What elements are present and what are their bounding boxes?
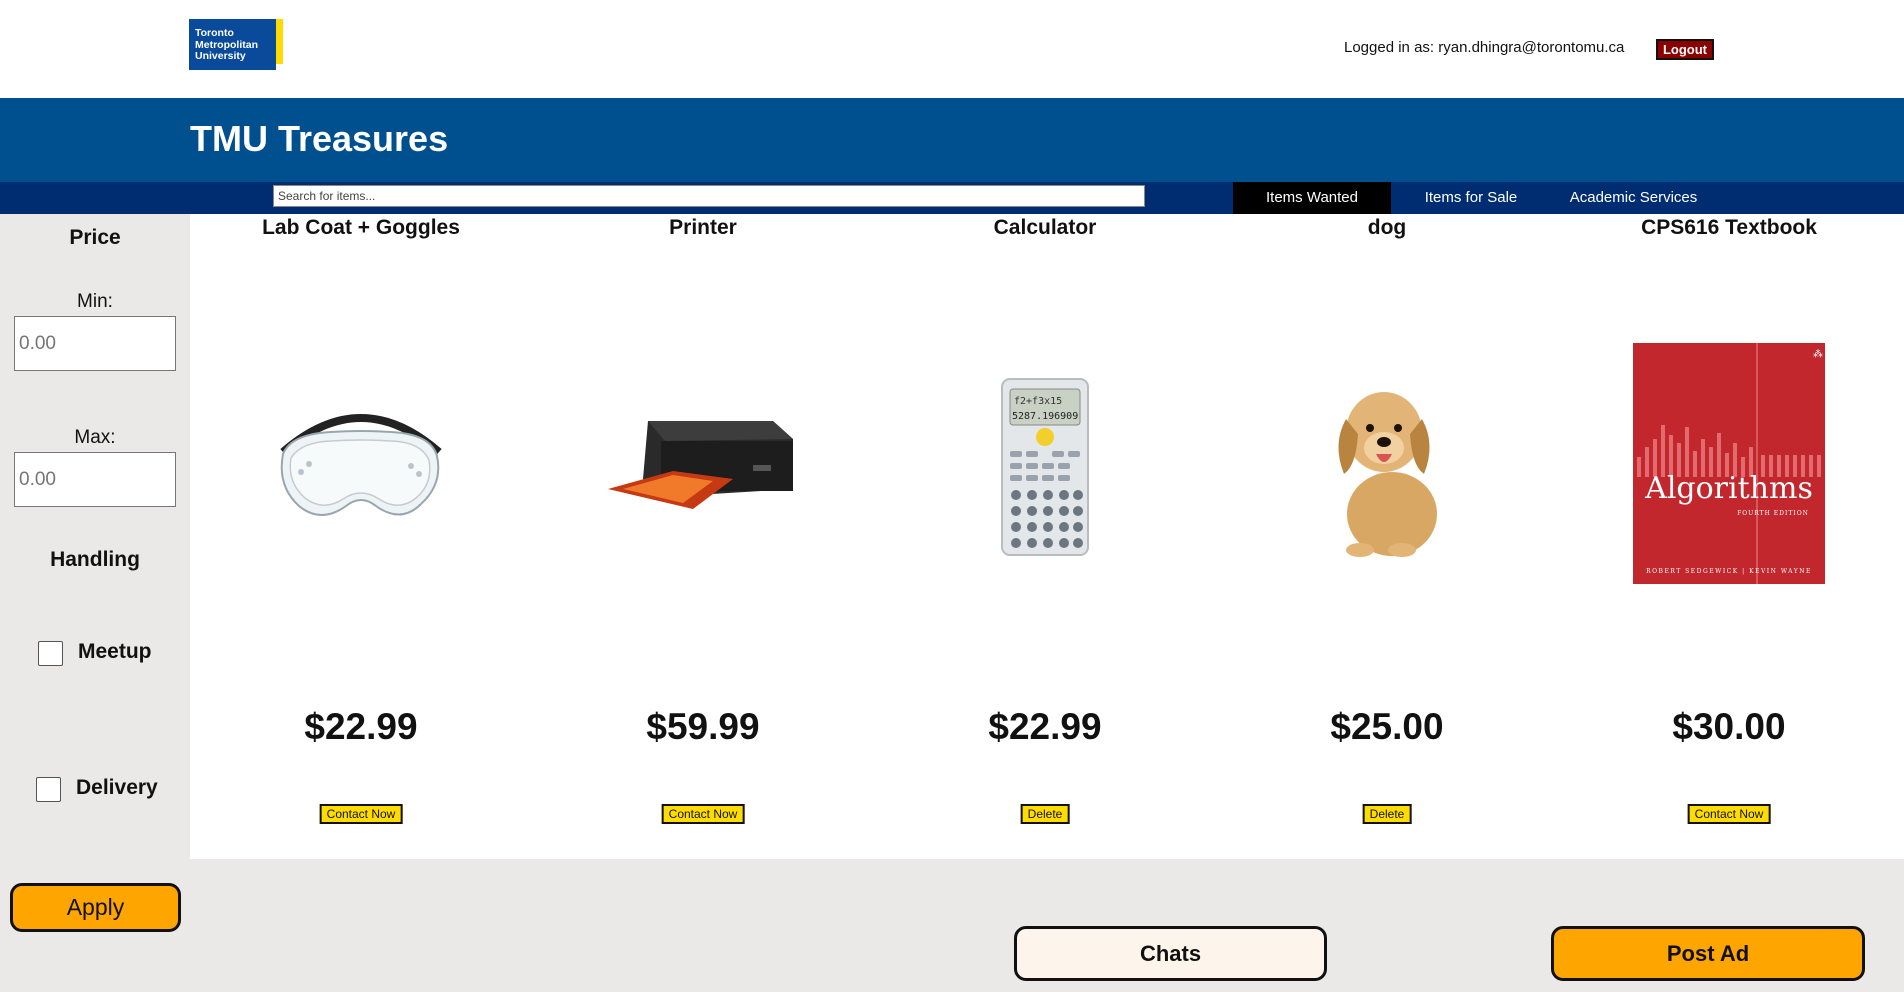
handling-heading: Handling <box>50 548 140 571</box>
textbook-image: Algorithms FOURTH EDITION ROBERT SEDGEWI… <box>1633 343 1825 584</box>
tab-items-for-sale[interactable]: Items for Sale <box>1391 182 1551 214</box>
delete-button[interactable]: Delete <box>1020 804 1070 824</box>
site-title: TMU Treasures <box>190 118 449 159</box>
product-title: CPS616 Textbook <box>1641 216 1817 239</box>
tab-academic-services[interactable]: Academic Services <box>1551 182 1716 214</box>
product-price: $25.00 <box>1330 706 1444 747</box>
product-price: $30.00 <box>1672 706 1786 747</box>
site-banner: TMU Treasures <box>0 98 1904 182</box>
top-header: Toronto Metropolitan University Logged i… <box>0 0 1904 98</box>
filter-sidebar: Price Min: Max: Handling Meetup Delivery <box>0 214 190 992</box>
calc-display-value: 5287.196909 <box>1012 411 1078 422</box>
apply-button[interactable]: Apply <box>10 883 181 932</box>
contact-now-button[interactable]: Contact Now <box>1687 804 1771 824</box>
printer-image <box>603 409 803 519</box>
product-price: $59.99 <box>646 706 760 747</box>
nav-bar: Items Wanted Items for Sale Academic Ser… <box>0 182 1904 214</box>
book-title: Algorithms <box>1644 471 1813 506</box>
product-price: $22.99 <box>304 706 418 747</box>
delete-button[interactable]: Delete <box>1362 804 1412 824</box>
delivery-checkbox[interactable] <box>36 777 61 802</box>
book-authors: ROBERT SEDGEWICK | KEVIN WAYNE <box>1646 568 1812 575</box>
product-title: Calculator <box>993 216 1097 239</box>
product-price: $22.99 <box>988 706 1102 747</box>
delivery-label: Delivery <box>76 776 158 799</box>
chats-button[interactable]: Chats <box>1014 926 1327 981</box>
logged-in-text: Logged in as: ryan.dhingra@torontomu.ca <box>1344 39 1625 56</box>
calculator-image: f2+f3x15 5287.196909 <box>1000 377 1090 557</box>
calc-display-expr: f2+f3x15 <box>1014 396 1062 407</box>
product-card: Lab Coat + Goggles $22.99 Contact Now <box>190 214 532 859</box>
goggles-image <box>261 394 461 544</box>
book-edition: FOURTH EDITION <box>1737 510 1809 517</box>
tmu-logo[interactable]: Toronto Metropolitan University <box>189 19 283 70</box>
contact-now-button[interactable]: Contact Now <box>319 804 403 824</box>
product-title: Lab Coat + Goggles <box>262 216 460 239</box>
product-grid: Lab Coat + Goggles $22.99 Contact Now Pr… <box>190 214 1904 859</box>
product-card: dog $25.00 Delete <box>1216 214 1558 859</box>
max-price-input[interactable] <box>14 452 176 507</box>
meetup-checkbox[interactable] <box>38 641 63 666</box>
product-title: dog <box>1367 216 1407 239</box>
logo-text: Toronto Metropolitan University <box>195 27 258 62</box>
svg-text:⁂: ⁂ <box>1813 349 1823 360</box>
logout-button[interactable]: Logout <box>1656 39 1714 60</box>
puppy-image <box>1322 374 1452 559</box>
tab-items-wanted[interactable]: Items Wanted <box>1233 182 1391 214</box>
meetup-label: Meetup <box>78 640 152 663</box>
max-label: Max: <box>74 427 116 448</box>
min-label: Min: <box>77 291 113 312</box>
product-card: Printer $59.99 Contact Now <box>532 214 874 859</box>
product-card: CPS616 Textbook Algorithms FOURTH EDITIO… <box>1558 214 1900 859</box>
product-card: Calculator f2+f3x15 5287.196909 $22.99 D… <box>874 214 1216 859</box>
contact-now-button[interactable]: Contact Now <box>661 804 745 824</box>
product-title: Printer <box>669 216 737 239</box>
price-heading: Price <box>69 226 121 249</box>
min-price-input[interactable] <box>14 316 176 371</box>
search-input[interactable] <box>273 185 1145 207</box>
post-ad-button[interactable]: Post Ad <box>1551 926 1865 981</box>
